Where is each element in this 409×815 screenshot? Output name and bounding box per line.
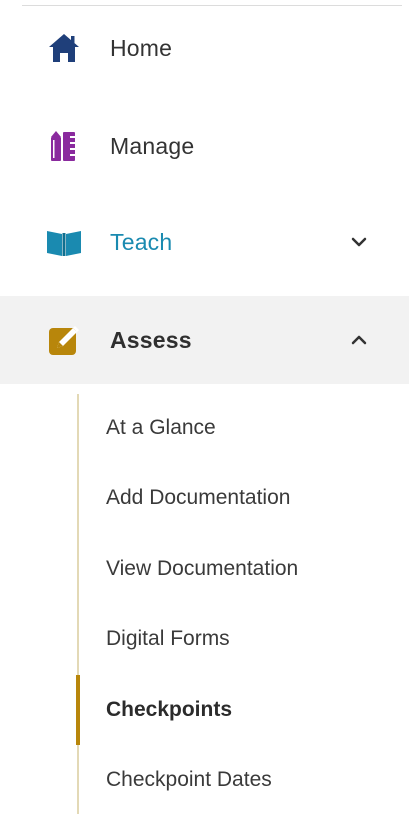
submenu-item-checkpoint-dates[interactable]: Checkpoint Dates	[78, 745, 398, 815]
chevron-down-icon[interactable]	[346, 229, 372, 255]
nav-label-teach: Teach	[110, 228, 173, 255]
submenu-label: At a Glance	[106, 416, 216, 439]
home-icon	[46, 30, 82, 66]
book-icon	[46, 224, 82, 260]
nav-item-assess[interactable]: Assess	[0, 296, 409, 384]
nav-item-home[interactable]: Home	[0, 6, 409, 90]
submenu-item-at-a-glance[interactable]: At a Glance	[78, 393, 398, 463]
nav-item-teach[interactable]: Teach	[0, 200, 409, 284]
submenu-label: Checkpoints	[106, 698, 233, 721]
submenu-item-checkpoints[interactable]: Checkpoints	[76, 675, 398, 745]
edit-note-icon	[46, 322, 82, 358]
nav-item-manage[interactable]: Manage	[0, 104, 409, 188]
submenu-item-view-documentation[interactable]: View Documentation	[78, 534, 398, 604]
submenu-label: View Documentation	[106, 557, 299, 580]
nav-label-manage: Manage	[110, 132, 195, 159]
pencil-ruler-icon	[46, 128, 82, 164]
submenu-label: Checkpoint Dates	[106, 768, 272, 791]
submenu-label: Add Documentation	[106, 486, 291, 509]
submenu-item-digital-forms[interactable]: Digital Forms	[78, 604, 398, 674]
nav-label-home: Home	[110, 34, 173, 61]
nav-label-assess: Assess	[110, 326, 192, 353]
submenu-item-add-documentation[interactable]: Add Documentation	[78, 463, 398, 533]
chevron-up-icon[interactable]	[346, 327, 372, 353]
submenu-label: Digital Forms	[106, 627, 230, 650]
